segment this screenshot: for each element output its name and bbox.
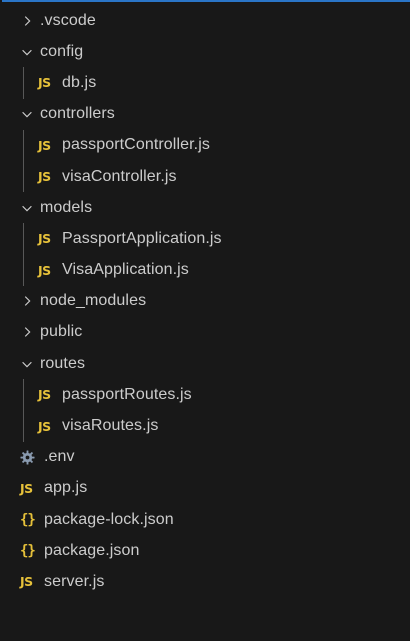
tree-item-label: passportController.js	[62, 136, 210, 154]
indent-guide	[23, 129, 24, 161]
tree-item-label: controllers	[40, 105, 115, 123]
tree-item-label: visaController.js	[62, 167, 177, 185]
tree-item-label: app.js	[44, 479, 88, 497]
js-file-icon: JS	[38, 169, 51, 185]
tree-item-package-json[interactable]: {} package.json	[0, 535, 410, 566]
chevron-right-icon	[20, 294, 34, 308]
tree-item-routes-folder[interactable]: routes	[0, 348, 410, 379]
tree-item-controllers-folder[interactable]: controllers	[0, 99, 410, 130]
file-explorer: .vscode config JS db.js controllers JS p	[0, 0, 410, 641]
chevron-right-icon	[20, 14, 34, 28]
tree-item-label: models	[40, 198, 93, 216]
tree-item-db-js[interactable]: JS db.js	[0, 67, 410, 99]
tree-item-label: visaRoutes.js	[62, 417, 159, 435]
file-tree: .vscode config JS db.js controllers JS p	[0, 5, 410, 598]
indent-guide	[23, 160, 24, 193]
tree-item-visa-application-js[interactable]: JS VisaApplication.js	[0, 254, 410, 286]
json-file-icon: {}	[20, 511, 36, 528]
tree-item-label: node_modules	[40, 292, 147, 310]
js-file-icon: JS	[38, 137, 51, 153]
js-file-icon: JS	[20, 574, 33, 590]
tree-item-label: VisaApplication.js	[62, 261, 189, 279]
js-file-icon: JS	[38, 418, 51, 434]
tree-item-label: package.json	[44, 541, 140, 559]
gear-icon	[20, 450, 40, 465]
chevron-right-icon	[20, 325, 34, 339]
indent-guide	[23, 410, 24, 442]
tree-item-visa-routes-js[interactable]: JS visaRoutes.js	[0, 410, 410, 442]
chevron-down-icon	[20, 107, 34, 121]
tree-item-app-js[interactable]: JS app.js	[0, 473, 410, 504]
tree-item-label: public	[40, 323, 83, 341]
tree-item-env-file[interactable]: .env	[0, 442, 410, 473]
js-file-icon: JS	[38, 75, 51, 91]
tree-item-label: config	[40, 42, 84, 60]
indent-guide	[23, 223, 24, 255]
tree-item-label: server.js	[44, 572, 105, 590]
tree-item-label: .env	[44, 448, 75, 466]
tree-item-label: PassportApplication.js	[62, 229, 222, 247]
tree-item-public-folder[interactable]: public	[0, 317, 410, 348]
tree-item-passport-controller-js[interactable]: JS passportController.js	[0, 129, 410, 161]
tree-item-node-modules-folder[interactable]: node_modules	[0, 286, 410, 317]
js-file-icon: JS	[38, 262, 51, 278]
tree-item-label: .vscode	[40, 11, 96, 29]
tree-item-label: db.js	[62, 73, 97, 91]
js-file-icon: JS	[20, 480, 33, 496]
chevron-down-icon	[20, 201, 34, 215]
tree-item-visa-controller-js[interactable]: JS visaController.js	[0, 160, 410, 193]
json-file-icon: {}	[20, 542, 36, 559]
tree-item-server-js[interactable]: JS server.js	[0, 566, 410, 597]
tree-item-models-folder[interactable]: models	[0, 192, 410, 223]
tree-item-label: routes	[40, 354, 86, 372]
tree-item-config-folder[interactable]: config	[0, 36, 410, 67]
tree-item-passport-routes-js[interactable]: JS passportRoutes.js	[0, 379, 410, 411]
tree-item-label: package-lock.json	[44, 510, 174, 528]
js-file-icon: JS	[38, 231, 51, 247]
indent-guide	[23, 67, 24, 99]
tree-item-passport-application-js[interactable]: JS PassportApplication.js	[0, 223, 410, 255]
tree-item-vscode-folder[interactable]: .vscode	[0, 5, 410, 36]
tree-item-label: passportRoutes.js	[62, 385, 192, 403]
tree-item-package-lock-json[interactable]: {} package-lock.json	[0, 504, 410, 535]
chevron-down-icon	[20, 357, 34, 371]
indent-guide	[23, 254, 24, 286]
indent-guide	[23, 379, 24, 411]
js-file-icon: JS	[38, 387, 51, 403]
chevron-down-icon	[20, 45, 34, 59]
